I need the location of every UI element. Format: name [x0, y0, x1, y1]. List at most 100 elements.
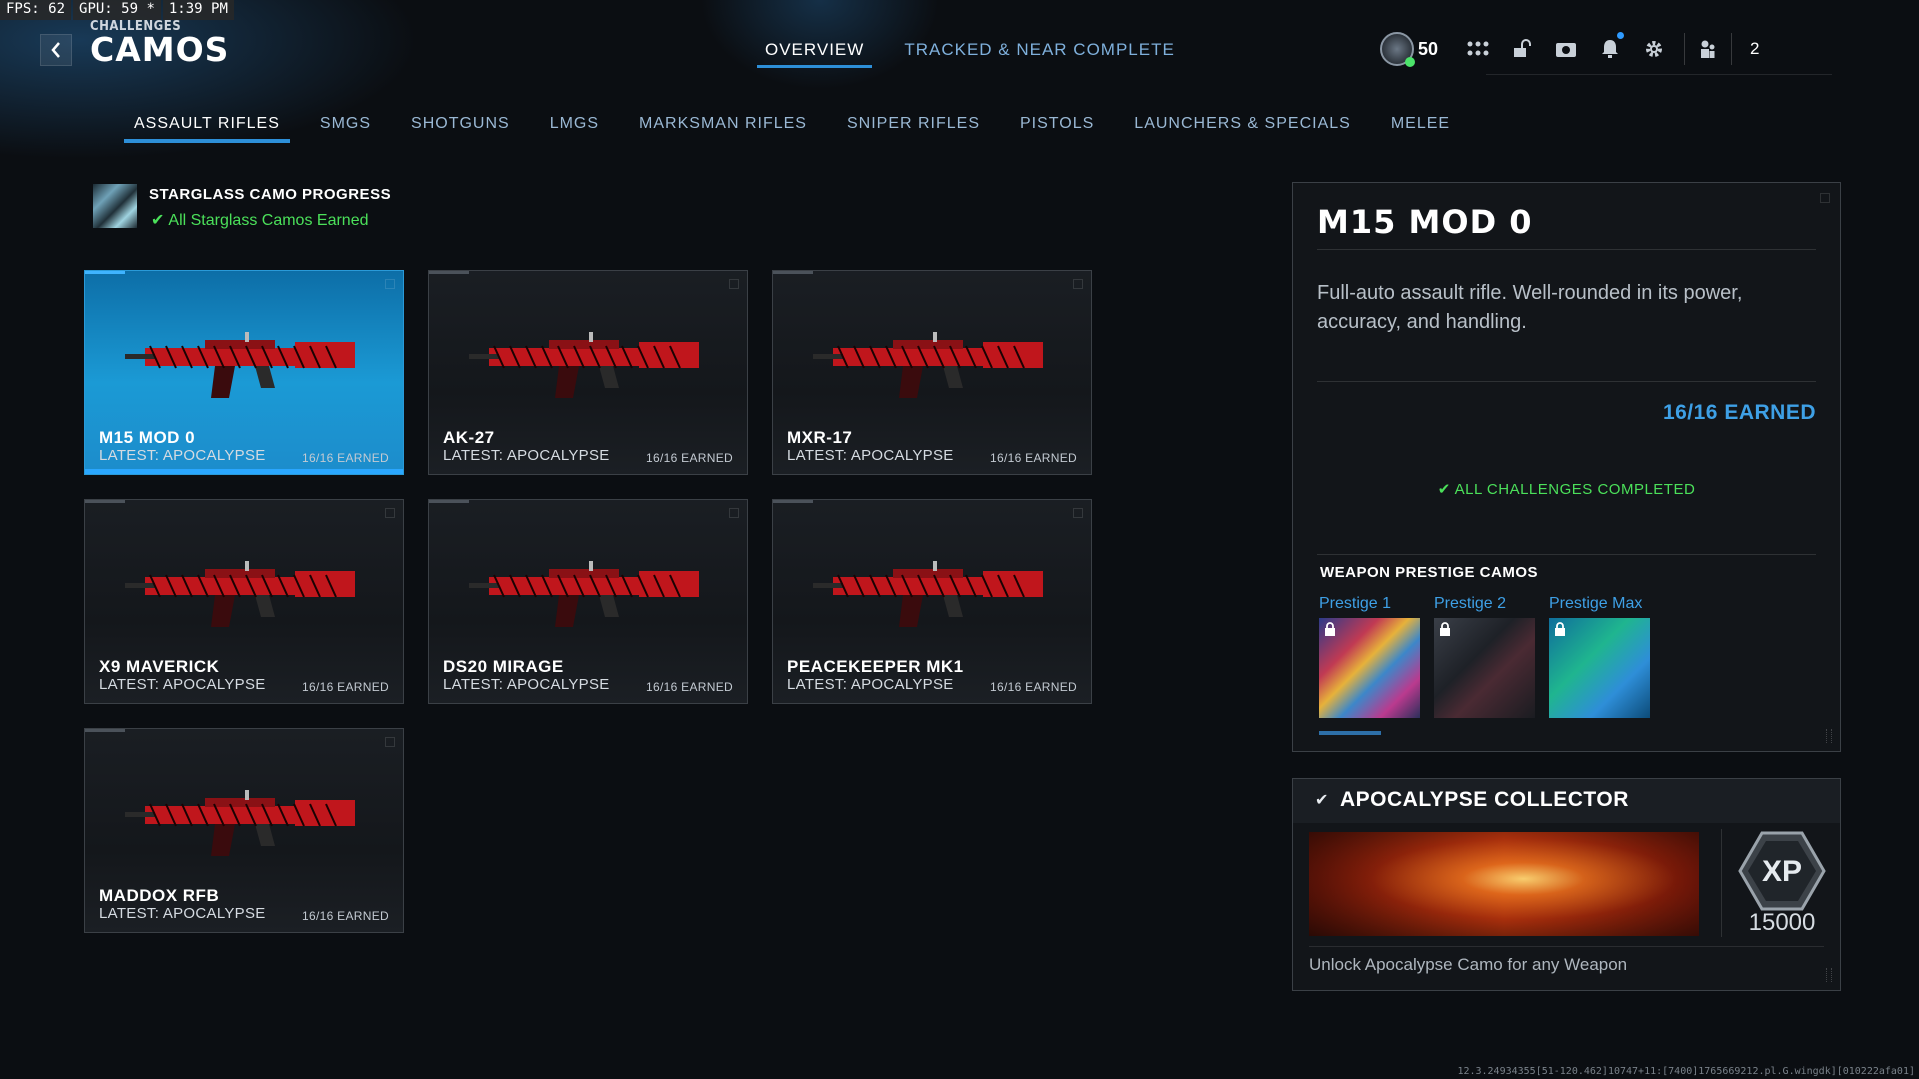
card-accent-line [429, 500, 469, 503]
card-accent-line [773, 271, 813, 274]
tab-lmgs[interactable]: LMGS [540, 115, 609, 143]
weapon-image-part [555, 366, 579, 398]
weapon-image-part [813, 354, 843, 359]
xp-badge-icon: XP [1737, 831, 1827, 911]
weapon-earned-count: 16/16 EARNED [302, 909, 389, 923]
rank-badge-icon[interactable] [1380, 32, 1415, 67]
weapon-image-part [245, 790, 249, 800]
card-accent-line [773, 500, 813, 503]
weapon-earned-count: 16/16 EARNED [302, 680, 389, 694]
prestige-camo-thumbnail[interactable] [1434, 618, 1535, 718]
prestige-camo-thumbnail[interactable] [1319, 618, 1420, 718]
weapon-image-part [255, 824, 275, 846]
card-accent-line [429, 271, 469, 274]
tab-marksman-rifles[interactable]: MARKSMAN RIFLES [629, 115, 817, 143]
unlock-icon[interactable] [1500, 26, 1544, 72]
tab-tracked[interactable]: TRACKED & NEAR COMPLETE [904, 40, 1175, 68]
tab-pistols[interactable]: PISTOLS [1010, 115, 1104, 143]
weapon-latest-camo: LATEST: APOCALYPSE [99, 676, 266, 693]
weapon-name: DS20 MIRAGE [443, 657, 564, 676]
top-tabs: OVERVIEW TRACKED & NEAR COMPLETE [756, 40, 1175, 68]
card-accent-line [85, 500, 125, 503]
weapon-image-part [469, 583, 499, 588]
prestige-camo-thumbnail[interactable] [1549, 618, 1650, 718]
prestige-label: Prestige 1 [1319, 595, 1392, 612]
clock: 1:39 PM [162, 0, 234, 20]
tab-smgs[interactable]: SMGS [310, 115, 381, 143]
weapon-latest-camo: LATEST: APOCALYPSE [443, 447, 610, 464]
checkmark-icon: ✔ [151, 212, 165, 229]
weapon-image [813, 332, 1043, 398]
prestige-camo-2[interactable]: Prestige 2 [1434, 595, 1535, 718]
tab-sniper-rifles[interactable]: SNIPER RIFLES [837, 115, 990, 143]
weapon-image-part [255, 366, 275, 388]
prestige-label: Prestige 2 [1434, 595, 1507, 612]
prestige-camo-max[interactable]: Prestige Max [1549, 595, 1650, 718]
weapon-image-part [639, 342, 699, 368]
weapon-image-part [589, 561, 593, 571]
prestige-camo-1[interactable]: Prestige 1 [1319, 595, 1420, 718]
tab-overview[interactable]: OVERVIEW [756, 40, 873, 68]
challenges-complete-status: ✔ ALL CHALLENGES COMPLETED [1293, 480, 1840, 498]
fps-counter: FPS: 62 [0, 0, 72, 20]
prestige-progress-bar [1319, 731, 1381, 735]
bell-icon[interactable] [1588, 26, 1632, 72]
starglass-status: ✔ All Starglass Camos Earned [151, 210, 369, 230]
weapon-earned-count: 16/16 EARNED [646, 680, 733, 694]
weapon-image-part [295, 800, 355, 826]
weapon-image-part [469, 354, 499, 359]
hud-bar: 50 2 [1380, 26, 1760, 72]
challenges-complete-text: ALL CHALLENGES COMPLETED [1454, 481, 1696, 498]
weapon-image-part [639, 571, 699, 597]
weapon-image [125, 561, 355, 627]
apocalypse-camo-art [1309, 832, 1699, 936]
weapon-earned-count: 16/16 EARNED [646, 451, 733, 465]
detail-earned-count: 16/16 EARNED [1662, 401, 1816, 424]
weapon-card[interactable]: X9 MAVERICK LATEST: APOCALYPSE 16/16 EARNE… [84, 499, 404, 704]
weapon-card[interactable]: PEACEKEEPER MK1 LATEST: APOCALYPSE 16/16 E… [772, 499, 1092, 704]
grid-icon[interactable] [1456, 26, 1500, 72]
tab-shotguns[interactable]: SHOTGUNS [401, 115, 520, 143]
weapon-name: PEACEKEEPER MK1 [787, 657, 964, 676]
player-level: 50 [1418, 38, 1439, 59]
weapon-card[interactable]: M15 MOD 0 LATEST: APOCALYPSE 16/16 EARNED [84, 270, 404, 475]
weapon-earned-count: 16/16 EARNED [990, 451, 1077, 465]
party-icon[interactable] [1693, 26, 1723, 72]
gpu-counter: GPU: 59 * [73, 0, 161, 20]
card-corner-icon [385, 279, 395, 289]
chevron-left-icon [51, 42, 60, 58]
weapon-card[interactable]: AK-27 LATEST: APOCALYPSE 16/16 EARNED [428, 270, 748, 475]
weapon-name: AK-27 [443, 428, 495, 447]
collector-title: APOCALYPSE COLLECTOR [1340, 788, 1629, 811]
starglass-status-text: All Starglass Camos Earned [168, 212, 369, 229]
gear-icon[interactable] [1632, 26, 1676, 72]
back-button[interactable] [40, 34, 72, 66]
card-corner-icon [1073, 508, 1083, 518]
lock-icon [1438, 622, 1452, 636]
weapon-card[interactable]: MXR-17 LATEST: APOCALYPSE 16/16 EARNED [772, 270, 1092, 475]
page-title: CAMOS [90, 30, 230, 69]
camera-icon[interactable] [1544, 26, 1588, 72]
divider [1309, 946, 1824, 947]
notification-dot [1617, 32, 1625, 39]
tab-assault-rifles[interactable]: ASSAULT RIFLES [124, 115, 290, 143]
weapon-image-part [211, 366, 235, 398]
weapon-latest-camo: LATEST: APOCALYPSE [99, 447, 266, 464]
divider [1317, 381, 1816, 382]
tab-launchers-specials[interactable]: LAUNCHERS & SPECIALS [1124, 115, 1361, 143]
weapon-image-part [943, 366, 963, 388]
weapon-card[interactable]: DS20 MIRAGE LATEST: APOCALYPSE 16/16 EARNE… [428, 499, 748, 704]
weapon-image-part [125, 354, 155, 359]
tab-melee[interactable]: MELEE [1381, 115, 1460, 143]
weapon-name: MXR-17 [787, 428, 853, 447]
card-accent-line [85, 729, 125, 732]
weapon-detail-panel: M15 MOD 0 Full-auto assault rifle. Well-… [1292, 182, 1841, 752]
divider [1317, 554, 1816, 555]
hud-separator [1684, 33, 1686, 65]
weapon-image-part [599, 366, 619, 388]
weapon-card[interactable]: MADDOX RFB LATEST: APOCALYPSE 16/16 EARNED [84, 728, 404, 933]
lock-icon [1553, 622, 1567, 636]
weapon-latest-camo: LATEST: APOCALYPSE [787, 447, 954, 464]
resize-grip-icon [1826, 729, 1832, 743]
weapon-earned-count: 16/16 EARNED [302, 451, 389, 465]
